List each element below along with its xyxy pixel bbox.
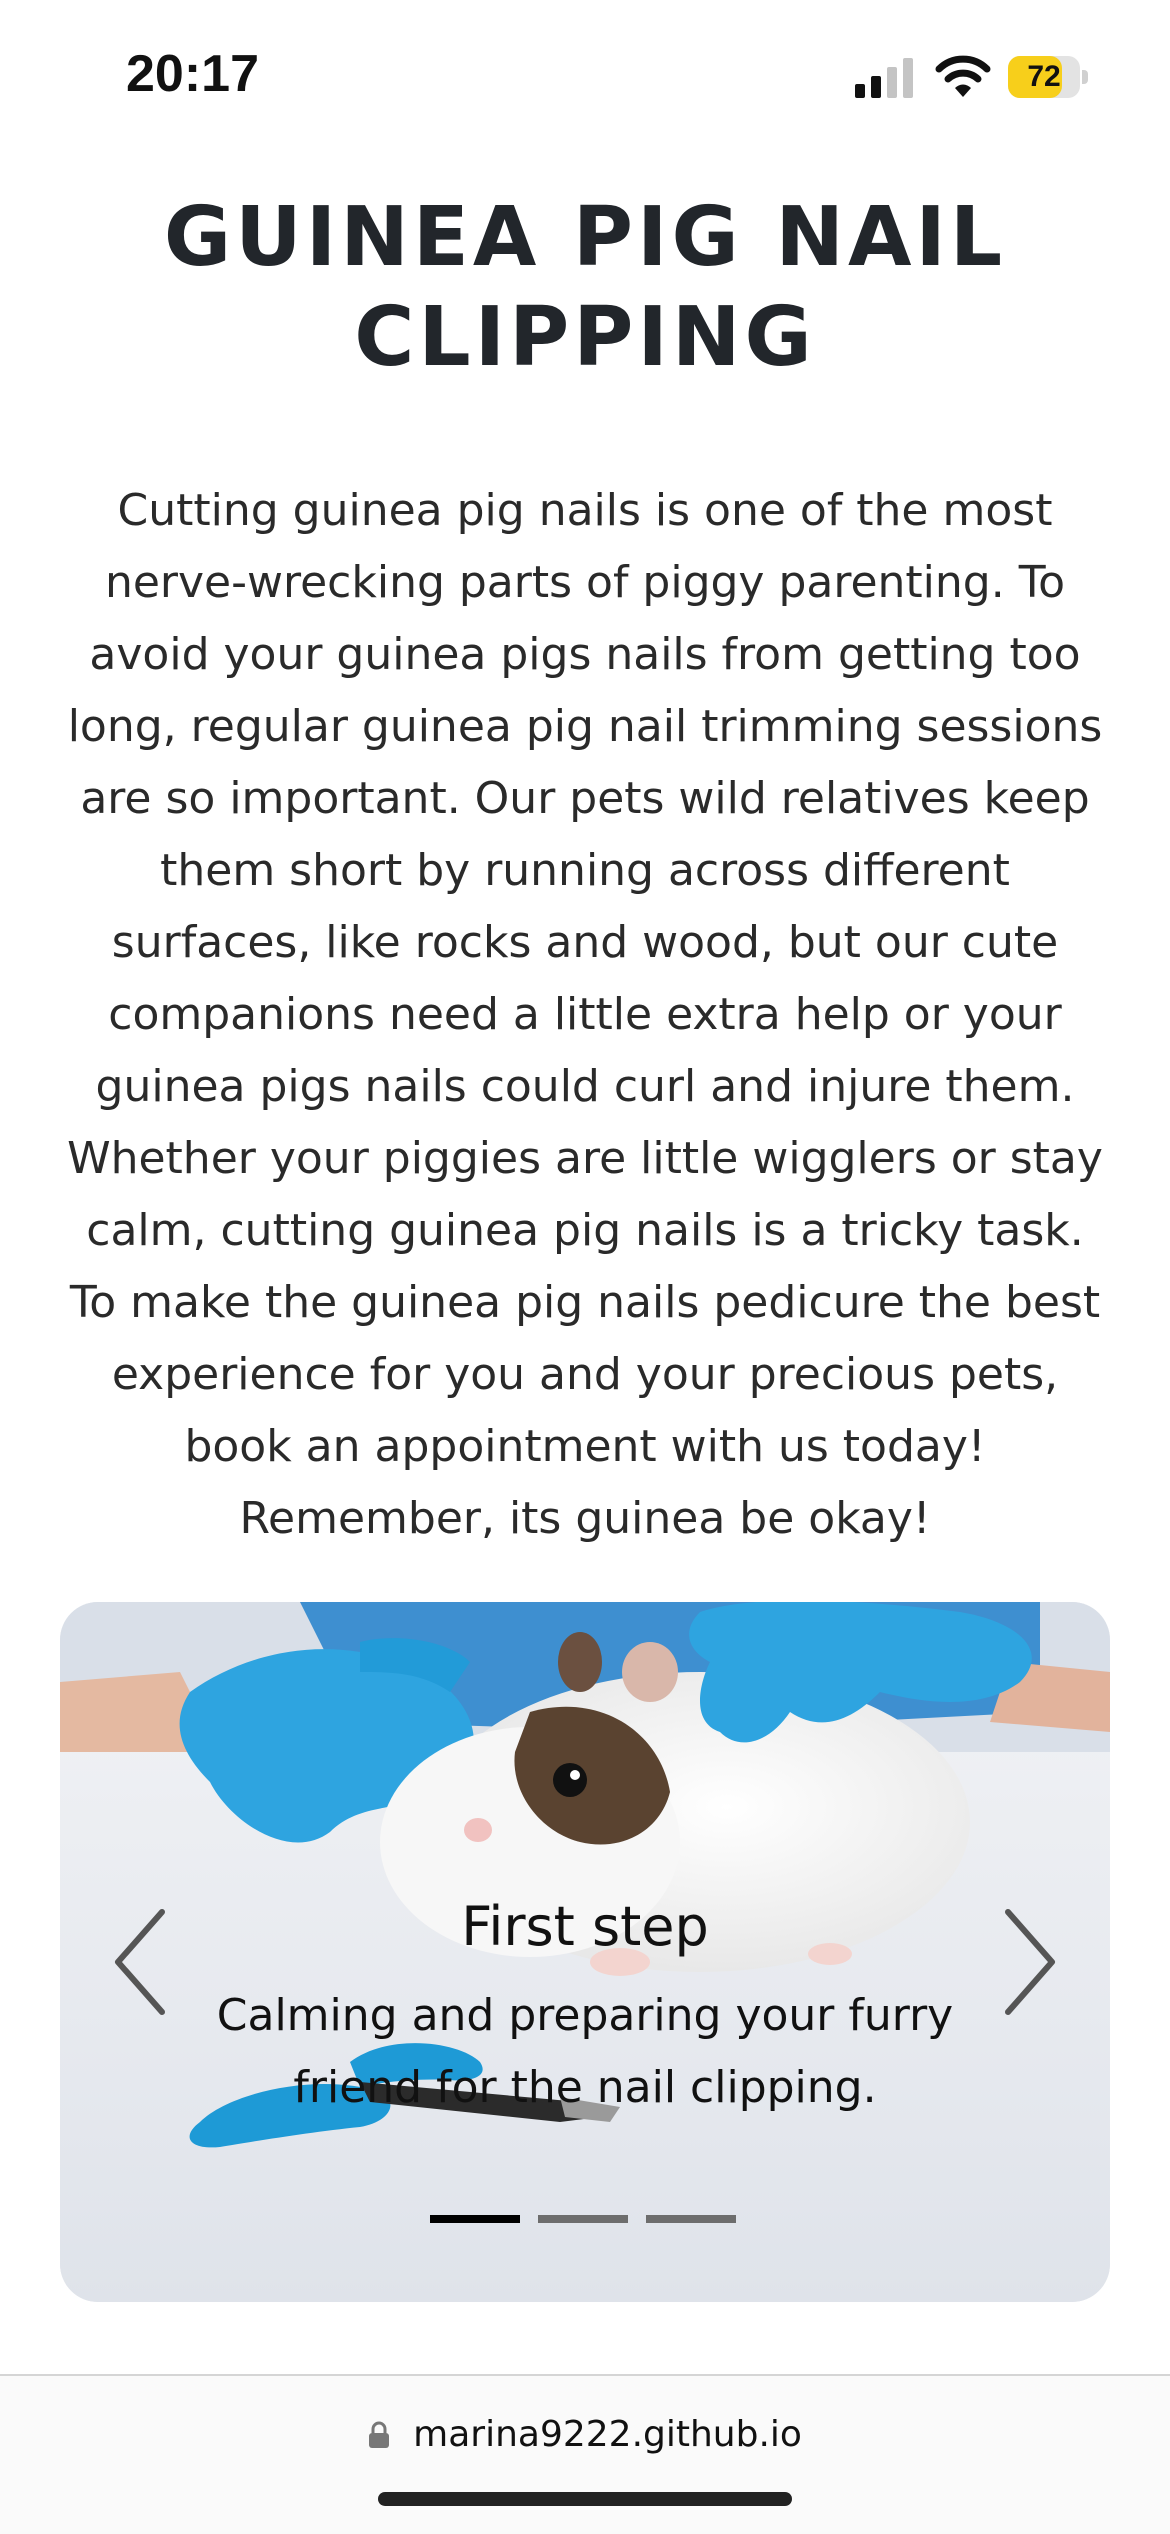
- battery-level: 72: [1027, 60, 1061, 93]
- cellular-signal-icon: [855, 58, 913, 98]
- browser-address-bar[interactable]: marina9222.github.io: [0, 2374, 1170, 2534]
- image-carousel[interactable]: First step Calming and preparing your fu…: [60, 1602, 1110, 2302]
- lock-icon: [369, 2421, 390, 2448]
- slide-title: First step: [461, 1895, 709, 1958]
- wifi-icon: [935, 55, 991, 97]
- url-text[interactable]: marina9222.github.io: [413, 2414, 802, 2455]
- chevron-left-icon: [115, 1909, 165, 2015]
- slide-text: Calming and preparing your furry friend …: [216, 1990, 954, 2113]
- chevron-right-icon: [1005, 1909, 1055, 2015]
- status-time: 20:17: [126, 45, 259, 103]
- carousel-next-button[interactable]: [980, 1902, 1070, 2022]
- carousel-indicator-3[interactable]: [646, 2215, 736, 2223]
- carousel-indicators: [430, 2215, 740, 2225]
- home-indicator[interactable]: [378, 2492, 792, 2506]
- carousel-indicator-1[interactable]: [430, 2215, 520, 2223]
- carousel-prev-button[interactable]: [100, 1902, 190, 2022]
- intro-paragraph: Cutting guinea pig nails is one of the m…: [67, 485, 1103, 1544]
- carousel-indicator-2[interactable]: [538, 2215, 628, 2223]
- page-title: GUINEA PIG NAIL CLIPPING: [163, 190, 1007, 385]
- battery-icon: 72: [1008, 56, 1088, 98]
- carousel-caption: First step Calming and preparing your fu…: [210, 1892, 960, 2124]
- status-bar: 20:17 72: [0, 0, 1170, 150]
